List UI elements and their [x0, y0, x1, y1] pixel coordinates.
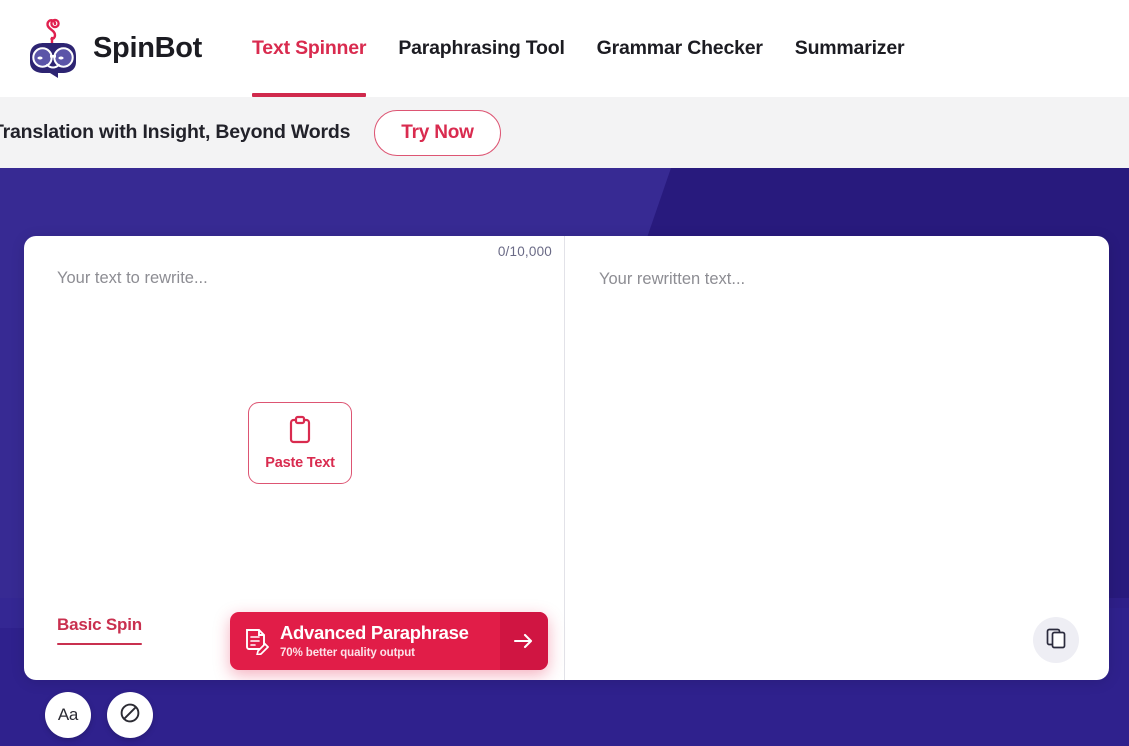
- nav-item-label: Summarizer: [794, 37, 905, 59]
- spinbot-page: SpinBot Text Spinner Paraphrasing Tool G…: [0, 0, 1129, 746]
- nav-item-label: Grammar Checker: [596, 37, 763, 59]
- advanced-paraphrase-button[interactable]: Advanced Paraphrase 70% better quality o…: [230, 612, 548, 670]
- spinbot-robot-logo-icon: [24, 18, 82, 80]
- document-edit-icon: [244, 627, 269, 655]
- input-placeholder: Your text to rewrite...: [57, 269, 208, 287]
- copy-button[interactable]: [1033, 617, 1079, 663]
- nav-item-paraphrasing-tool[interactable]: Paraphrasing Tool: [398, 0, 565, 97]
- brand[interactable]: SpinBot: [24, 18, 202, 80]
- editor-card: 0/10,000 Your text to rewrite... Paste T…: [24, 236, 1109, 680]
- nav-item-grammar-checker[interactable]: Grammar Checker: [597, 0, 763, 97]
- nav-item-label: Paraphrasing Tool: [398, 37, 565, 59]
- promo-banner: Translation with Insight, Beyond Words T…: [0, 97, 1129, 168]
- try-now-button[interactable]: Try Now: [374, 109, 501, 156]
- output-placeholder: Your rewritten text...: [599, 270, 746, 288]
- main-nav: Text Spinner Paraphrasing Tool Grammar C…: [252, 0, 936, 97]
- nav-item-label: Text Spinner: [252, 37, 367, 59]
- basic-spin-tab[interactable]: Basic Spin: [57, 615, 142, 646]
- advanced-paraphrase-title: Advanced Paraphrase: [280, 621, 469, 643]
- no-entry-button[interactable]: [107, 692, 153, 738]
- output-pane[interactable]: Your rewritten text...: [565, 236, 1109, 680]
- advanced-paraphrase-texts: Advanced Paraphrase 70% better quality o…: [280, 621, 469, 660]
- paste-text-label: Paste Text: [265, 455, 335, 471]
- arrow-right-icon[interactable]: [500, 612, 548, 670]
- clipboard-icon: [287, 415, 313, 450]
- font-size-icon: Aa: [57, 705, 79, 724]
- advanced-paraphrase-subtitle: 70% better quality output: [280, 647, 415, 660]
- paste-text-button[interactable]: Paste Text: [248, 402, 352, 484]
- copy-icon: [1045, 627, 1067, 654]
- site-header: SpinBot Text Spinner Paraphrasing Tool G…: [0, 0, 1129, 97]
- nav-item-summarizer[interactable]: Summarizer: [795, 0, 905, 97]
- floating-tools: Aa: [45, 692, 169, 738]
- promo-banner-text: Translation with Insight, Beyond Words: [0, 121, 351, 143]
- character-counter: 0/10,000: [497, 244, 552, 259]
- no-entry-icon: [119, 702, 141, 729]
- input-pane[interactable]: 0/10,000 Your text to rewrite... Paste T…: [24, 236, 565, 680]
- nav-item-text-spinner[interactable]: Text Spinner: [252, 0, 367, 97]
- brand-name: SpinBot: [93, 32, 203, 64]
- font-size-button[interactable]: Aa: [45, 692, 91, 738]
